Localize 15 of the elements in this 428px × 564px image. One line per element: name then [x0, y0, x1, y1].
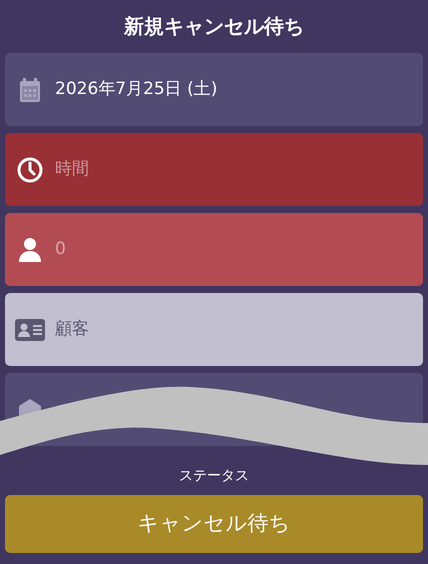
field-placeholder: 顧客 [55, 318, 89, 341]
field-value: 2026年7月25日 (土) [55, 78, 218, 101]
input-field[interactable]: 顧客 [5, 293, 423, 366]
input-field[interactable]: 0 [5, 213, 423, 286]
input-field[interactable]: 時間 [5, 133, 423, 206]
status-label: ステータス [178, 467, 250, 486]
field-placeholder: 時間 [55, 158, 89, 181]
page-title: 新規キャンセル待ち [122, 13, 305, 40]
calendar-icon [19, 76, 41, 102]
id-card-icon [15, 318, 45, 340]
person-icon [18, 236, 42, 262]
field-placeholder: 0 [55, 238, 66, 261]
clock-icon [17, 156, 43, 182]
input-field[interactable]: 2026年7月25日 (土) [5, 53, 423, 126]
status-button[interactable]: キャンセル待ち [5, 495, 423, 553]
